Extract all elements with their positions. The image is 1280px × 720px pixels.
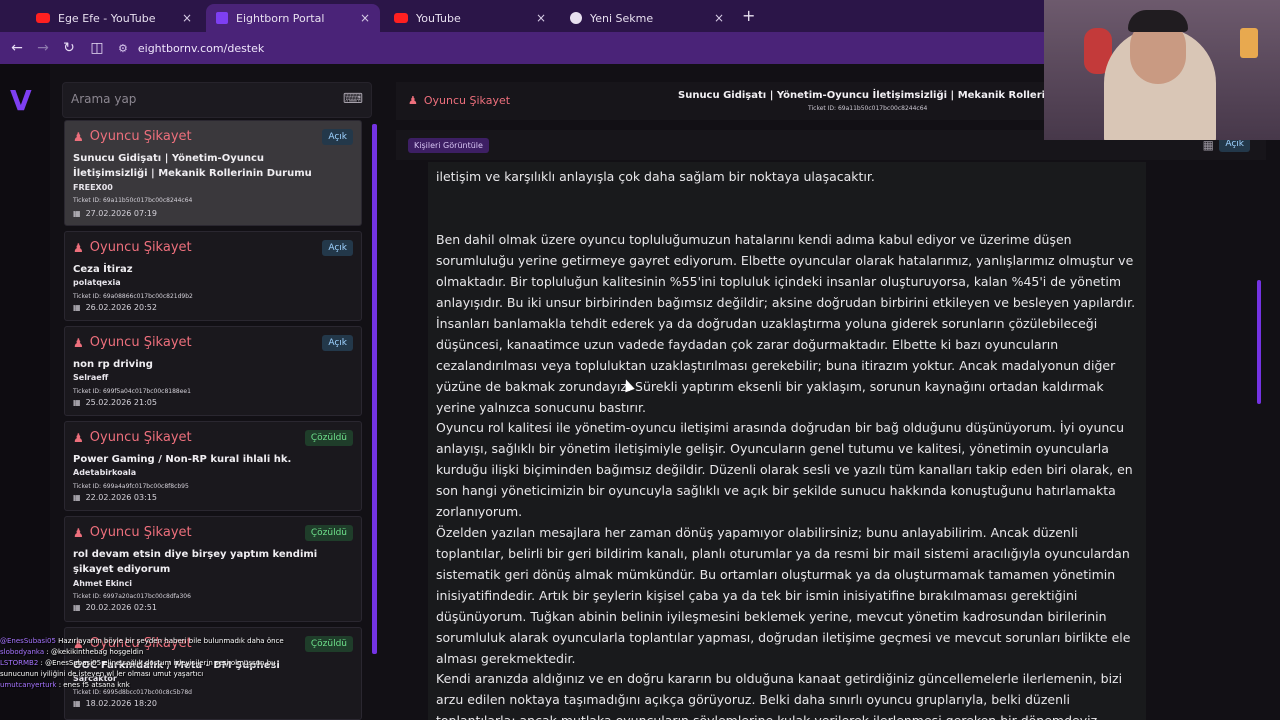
alert-person-icon: ♟ — [73, 240, 84, 255]
calendar-icon: ▦ — [73, 209, 81, 218]
status-badge: Çözüldü — [304, 430, 353, 446]
search-input[interactable]: Arama yap ⌨ — [62, 82, 372, 118]
content-scrollbar[interactable] — [1257, 280, 1261, 404]
sidebar-toggle-icon[interactable]: ◫ — [88, 39, 106, 57]
reload-icon[interactable]: ↻ — [60, 39, 78, 57]
ticket-type: ♟ Oyuncu Şikayet — [73, 430, 192, 445]
ticket-type: ♟ Oyuncu Şikayet — [73, 335, 192, 350]
message-paragraph: Oyuncu rol kalitesi ile yönetim-oyuncu i… — [436, 420, 1133, 519]
ticket-user: Ahmet Ekinci — [73, 579, 132, 588]
site-info-icon[interactable]: ⚙ — [118, 42, 128, 55]
ticket-message: iletişim ve karşılıklı anlayışla çok dah… — [428, 162, 1146, 720]
chat-message: @EnesSubasi05 Hazırlayanın böyle bir şey… — [0, 637, 284, 645]
ticket-type: ♟ Oyuncu Şikayet — [73, 129, 192, 144]
eightborn-icon — [216, 12, 228, 24]
streamer-cap — [1128, 10, 1188, 32]
sidebar-scrollbar[interactable] — [372, 124, 377, 654]
message-paragraph: Özelden yazılan mesajlara her zaman dönü… — [436, 525, 1131, 666]
ticket-id: Ticket ID: 69a11b50c017bc00c8244c64 — [73, 197, 193, 204]
ticket-date: ▦ 25.02.2026 21:05 — [73, 398, 157, 407]
close-icon[interactable]: × — [714, 11, 724, 25]
alert-person-icon: ♟ — [73, 335, 84, 350]
message-paragraph: iletişim ve karşılıklı anlayışla çok dah… — [436, 169, 875, 184]
calendar-icon: ▦ — [73, 303, 81, 312]
ticket-user: Adetabirkoala — [73, 468, 137, 477]
message-paragraph: Ben dahil olmak üzere oyuncu topluluğumu… — [436, 232, 1136, 415]
ticket-id: Ticket ID: 69a08866c017bc00c821d9b2 — [73, 293, 193, 300]
back-arrow-icon[interactable]: ← — [8, 39, 26, 57]
ticket-title: Ceza İtiraz — [73, 264, 133, 275]
close-icon[interactable]: × — [182, 11, 192, 25]
stream-chat-overlay: @EnesSubasi05 Hazırlayanın böyle bir şey… — [0, 636, 300, 720]
ticket-id: Ticket ID: 699f5a04c017bc00c8188ee1 — [73, 388, 191, 395]
ticket-date: ▦ 26.02.2026 20:52 — [73, 303, 157, 312]
youtube-icon — [394, 13, 408, 23]
chrome-icon — [570, 12, 582, 24]
address-bar[interactable]: ⚙ eightbornv.com/destek — [118, 37, 1048, 59]
calendar-icon: ▦ — [73, 398, 81, 407]
ticket-title: Sunucu Gidişatı | Yönetim-Oyuncu İletişi… — [73, 153, 312, 179]
alert-person-icon: ♟ — [73, 129, 84, 144]
url-text: eightbornv.com/destek — [137, 41, 265, 55]
ticket-id: Ticket ID: 6997a20ac017bc00c8dfa306 — [73, 593, 191, 600]
ticket-user: polatqexia — [73, 278, 121, 287]
ticket-date: ▦ 20.02.2026 02:51 — [73, 603, 157, 612]
status-badge: Çözüldü — [304, 636, 353, 652]
chat-message: LSTORMB2 : @EnesSubasi05 eline sağlık do… — [0, 659, 276, 678]
search-placeholder: Arama yap — [71, 92, 137, 106]
calendar-icon: ▦ — [73, 493, 81, 502]
tab-youtube[interactable]: YouTube × — [384, 4, 556, 32]
ticket-id: Ticket ID: 699a4a9fc017bc00c8f8cb95 — [73, 483, 189, 490]
keyboard-icon[interactable]: ⌨ — [343, 91, 363, 107]
ticket-detail-header: ♟ Oyuncu Şikayet Sunucu Gidişatı | Yöneti… — [396, 82, 1111, 120]
ticket-title: rol devam etsin diye birşey yaptım kendi… — [73, 549, 318, 575]
alert-person-icon: ♟ — [73, 525, 84, 540]
ticket-type: ♟ Oyuncu Şikayet — [73, 525, 192, 540]
ticket-card[interactable]: ♟ Oyuncu Şikayet Açık non rp driving Selr… — [64, 326, 362, 416]
ticket-type: ♟ Oyuncu Şikayet — [73, 240, 192, 255]
status-badge: Çözüldü — [304, 525, 353, 541]
forward-arrow-icon[interactable]: → — [34, 39, 52, 57]
message-paragraph: Kendi aranızda aldığınız ve en doğru kar… — [436, 671, 1123, 720]
ticket-card[interactable]: ♟ Oyuncu Şikayet Çözüldü Power Gaming / N… — [64, 421, 362, 511]
tab-ege-efe[interactable]: Ege Efe - YouTube × — [26, 4, 202, 32]
ticket-user: Selraeff — [73, 373, 109, 382]
detail-ticket-id: Ticket ID: 69a11b50c017bc00c8244c64 — [808, 105, 928, 112]
ticket-card[interactable]: ♟ Oyuncu Şikayet Açık Ceza İtiraz polatqe… — [64, 231, 362, 321]
ticket-title: Power Gaming / Non-RP kural ihlali hk. — [73, 454, 292, 465]
alert-person-icon: ♟ — [408, 94, 418, 107]
ticket-user: FREEX00 — [73, 183, 113, 192]
ticket-card[interactable]: ♟ Oyuncu Şikayet Çözüldü rol devam etsin … — [64, 516, 362, 622]
webcam-overlay — [1044, 0, 1280, 140]
eightborn-logo[interactable]: V — [10, 84, 32, 117]
alert-person-icon: ♟ — [73, 430, 84, 445]
tab-new[interactable]: Yeni Sekme × — [560, 4, 734, 32]
status-badge: Açık — [322, 240, 353, 256]
close-icon[interactable]: × — [536, 11, 546, 25]
close-icon[interactable]: × — [360, 11, 370, 25]
status-badge: Açık — [322, 129, 353, 145]
detail-ticket-type: ♟ Oyuncu Şikayet — [408, 94, 511, 107]
ticket-title: non rp driving — [73, 359, 153, 370]
chat-message: umutcanyerturk : enes f5 atsana knk — [0, 681, 130, 689]
ticket-date: ▦ 27.02.2026 07:19 — [73, 209, 157, 218]
new-tab-button[interactable]: + — [742, 6, 755, 25]
ticket-date: ▦ 22.02.2026 03:15 — [73, 493, 157, 502]
status-badge: Açık — [322, 335, 353, 351]
wall-lamp — [1240, 28, 1258, 58]
calendar-icon: ▦ — [73, 603, 81, 612]
ticket-card[interactable]: ♟ Oyuncu Şikayet Açık Sunucu Gidişatı | Y… — [64, 120, 362, 226]
left-rail: V — [0, 64, 50, 720]
grid-icon[interactable]: ▦ — [1203, 138, 1214, 152]
youtube-icon — [36, 13, 50, 23]
tab-eightborn-portal[interactable]: Eightborn Portal × — [206, 4, 380, 32]
view-people-button[interactable]: Kişileri Görüntüle — [408, 138, 489, 153]
chat-message: slobodyanka : @kekikinthebag hoşgeldin — [0, 648, 144, 656]
